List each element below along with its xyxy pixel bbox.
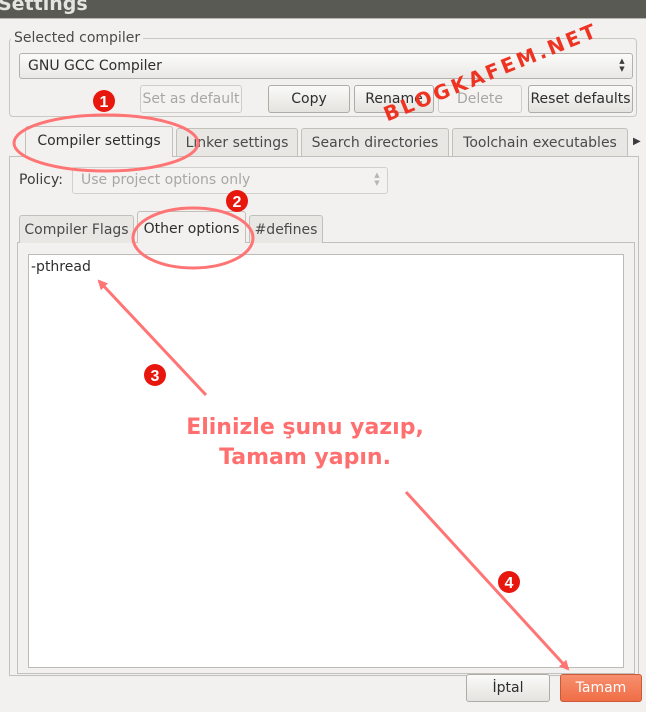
title-bar: Settings xyxy=(0,0,646,18)
policy-select-value: Use project options only xyxy=(81,172,251,188)
other-options-text: -pthread xyxy=(31,259,91,275)
instruction-line-2: Tamam yapın. xyxy=(219,445,391,470)
tab-compiler-settings[interactable]: Compiler settings xyxy=(25,126,173,157)
spinner-arrows-icon: ▲ ▼ xyxy=(374,171,380,187)
window-title: Settings xyxy=(0,0,88,15)
cancel-button[interactable]: İptal xyxy=(466,674,550,702)
instruction-line-1: Elinizle şunu yazıp, xyxy=(186,415,424,440)
reset-defaults-button[interactable]: Reset defaults xyxy=(528,85,633,113)
tab-defines[interactable]: #defines xyxy=(249,215,323,243)
set-as-default-button[interactable]: Set as default xyxy=(140,85,242,113)
copy-button[interactable]: Copy xyxy=(268,85,350,113)
tab-search-directories[interactable]: Search directories xyxy=(301,128,449,156)
selected-compiler-label: Selected compiler xyxy=(11,30,144,46)
instruction-callout: Elinizle şunu yazıp, Tamam yapın. xyxy=(150,413,460,473)
tab-toolchain-executables[interactable]: Toolchain executables xyxy=(452,128,628,156)
ok-button[interactable]: Tamam xyxy=(560,674,642,702)
tab-compiler-flags[interactable]: Compiler Flags xyxy=(19,215,134,243)
tab-linker-settings[interactable]: Linker settings xyxy=(176,128,298,156)
spinner-arrows-icon: ▲ ▼ xyxy=(619,57,625,73)
compiler-select-value: GNU GCC Compiler xyxy=(28,58,162,74)
tab-scroll-right-icon[interactable]: ▶ xyxy=(633,136,641,147)
tab-other-options[interactable]: Other options xyxy=(137,211,246,243)
policy-label: Policy: xyxy=(19,172,63,188)
title-bar-divider xyxy=(0,18,646,19)
policy-select[interactable]: Use project options only ▲ ▼ xyxy=(72,167,388,194)
